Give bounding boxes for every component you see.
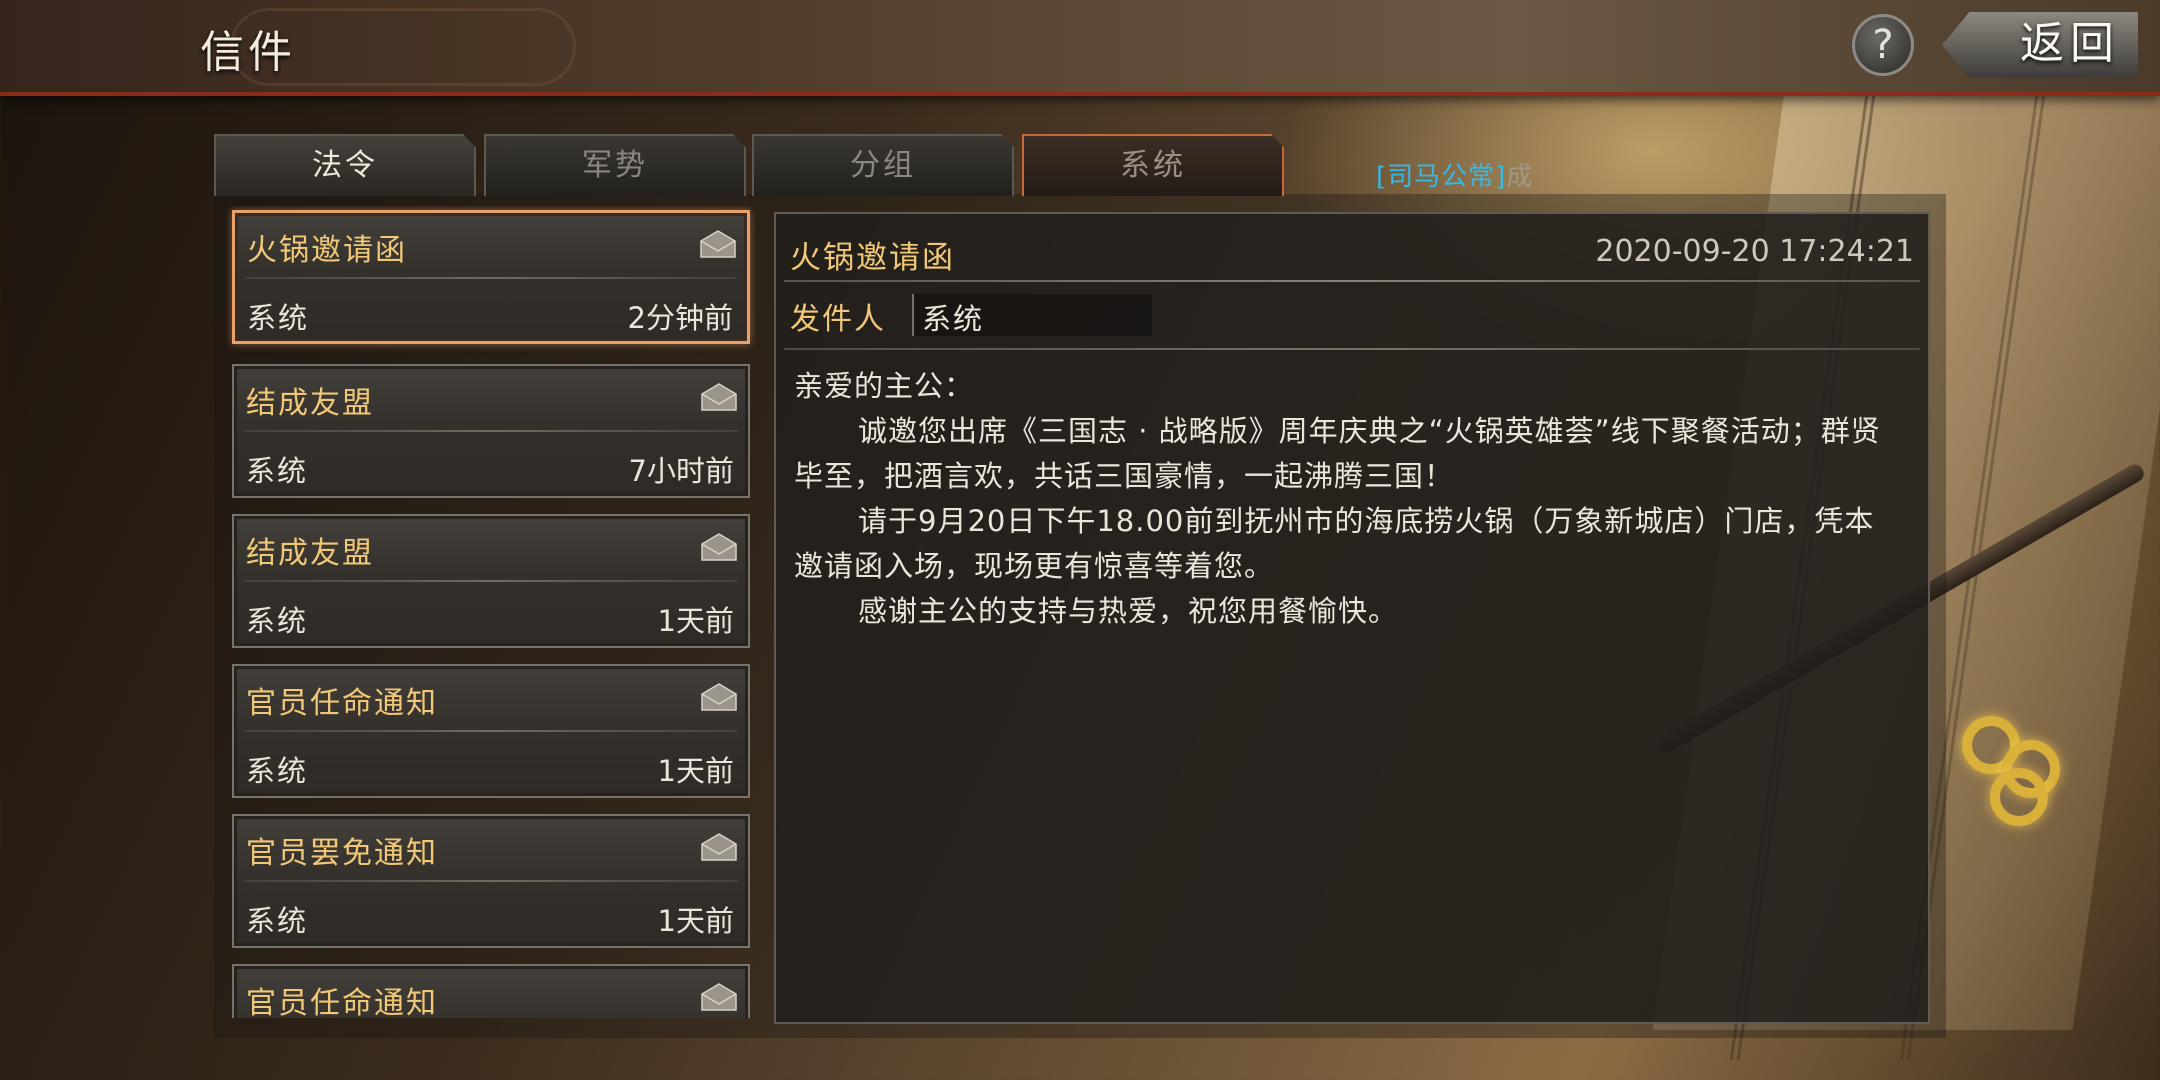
mail-list[interactable]: 火锅邀请函 系统 2分钟前 结成友盟 系统 7小时前 结成友盟 系统 1天前 官… — [226, 206, 756, 1018]
mail-item[interactable]: 官员任命通知 系统 1天前 — [232, 664, 750, 798]
mail-sender: 系统 — [246, 754, 309, 788]
mail-time: 1天前 — [657, 904, 734, 938]
tab-group[interactable]: 分组 — [752, 134, 1014, 196]
scrolling-notice: [司马公常]成 — [1376, 156, 1533, 193]
background-coin-icon — [1990, 768, 2048, 826]
envelope-icon — [700, 230, 736, 258]
mail-paragraph: 诚邀您出席《三国志 · 战略版》周年庆典之“火锅英雄荟”线下聚餐活动；群贤毕至，… — [794, 414, 1881, 493]
envelope-icon — [701, 683, 737, 711]
tab-label: 法令 — [312, 148, 378, 183]
mail-title: 官员任命通知 — [246, 986, 438, 1018]
tab-army[interactable]: 军势 — [484, 134, 746, 196]
mail-greeting: 亲爱的主公： — [794, 369, 975, 403]
detail-title: 火锅邀请函 — [790, 240, 955, 276]
mail-divider — [244, 730, 738, 732]
mail-title: 官员任命通知 — [246, 686, 438, 721]
envelope-icon — [701, 533, 737, 561]
notice-player-name: [司马公常] — [1376, 162, 1507, 192]
mail-time: 7小时前 — [628, 454, 734, 488]
sender-label: 发件人 — [790, 302, 886, 337]
mail-time: 1天前 — [657, 754, 734, 788]
tab-label: 分组 — [850, 148, 916, 183]
mail-time: 1天前 — [657, 604, 734, 638]
top-header: 信件 ? 返回 — [0, 0, 2160, 96]
detail-divider — [784, 280, 1920, 282]
tab-label: 军势 — [582, 148, 648, 183]
mail-title: 火锅邀请函 — [247, 233, 407, 268]
mail-item[interactable]: 官员任命通知 — [232, 964, 750, 1018]
notice-text: 成 — [1506, 162, 1534, 192]
mail-item[interactable]: 结成友盟 系统 1天前 — [232, 514, 750, 648]
mail-paragraph: 感谢主公的支持与热爱，祝您用餐愉快。 — [858, 594, 1399, 628]
back-button-label: 返回 — [2020, 18, 2120, 69]
question-icon: ? — [1872, 22, 1894, 68]
page-title: 信件 — [200, 27, 296, 78]
mail-divider — [245, 277, 737, 279]
mail-sender: 系统 — [246, 904, 309, 938]
mail-item-selected[interactable]: 火锅邀请函 系统 2分钟前 — [232, 210, 750, 344]
tab-label: 系统 — [1120, 148, 1186, 183]
mail-divider — [244, 430, 738, 432]
mail-title: 结成友盟 — [246, 536, 374, 571]
envelope-icon — [701, 983, 737, 1011]
sender-field: 系统 — [912, 294, 1152, 336]
mail-sender: 系统 — [246, 454, 309, 488]
envelope-icon — [701, 833, 737, 861]
mail-item[interactable]: 官员罢免通知 系统 1天前 — [232, 814, 750, 948]
back-button[interactable]: 返回 — [1942, 12, 2138, 78]
sender-value: 系统 — [922, 302, 985, 336]
envelope-icon — [701, 383, 737, 411]
help-button[interactable]: ? — [1852, 14, 1914, 76]
tab-decree[interactable]: 法令 — [214, 134, 476, 196]
mail-title: 结成友盟 — [246, 386, 374, 421]
mail-paragraph: 请于9月20日下午18.00前到抚州市的海底捞火锅（万象新城店）门店，凭本邀请函… — [794, 504, 1875, 583]
mail-body: 亲爱的主公： 诚邀您出席《三国志 · 战略版》周年庆典之“火锅英雄荟”线下聚餐活… — [794, 364, 1904, 634]
mail-sender: 系统 — [247, 301, 310, 335]
mail-detail-panel: 火锅邀请函 2020-09-20 17:24:21 发件人 系统 亲爱的主公： … — [774, 212, 1930, 1024]
mail-divider — [244, 880, 738, 882]
detail-date: 2020-09-20 17:24:21 — [1595, 234, 1914, 269]
mail-item[interactable]: 结成友盟 系统 7小时前 — [232, 364, 750, 498]
mail-title: 官员罢免通知 — [246, 836, 438, 871]
detail-divider — [784, 348, 1920, 350]
mail-divider — [244, 580, 738, 582]
mail-time: 2分钟前 — [627, 301, 733, 335]
tab-system[interactable]: 系统 — [1022, 134, 1284, 196]
mail-sender: 系统 — [246, 604, 309, 638]
